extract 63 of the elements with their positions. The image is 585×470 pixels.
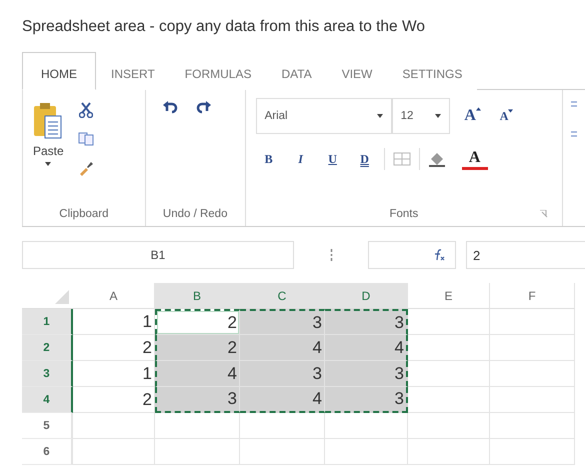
caret-icon — [434, 114, 441, 118]
column-header[interactable]: F — [490, 283, 575, 309]
column-header[interactable]: C — [240, 283, 325, 309]
table-cell: 4 — [240, 387, 325, 413]
down-arrow-icon — [508, 108, 514, 112]
table-cell: 2 — [73, 387, 155, 413]
font-dropdown[interactable]: Arial — [256, 98, 392, 134]
group-label: Undo / Redo — [162, 207, 228, 222]
more-icon — [330, 249, 332, 261]
row-header[interactable]: 1 — [22, 309, 73, 335]
row-header[interactable]: 3 — [22, 361, 73, 387]
table-cell: 2 — [73, 335, 155, 361]
table-cell: 3 — [240, 361, 325, 387]
table-cell: 3 — [240, 309, 325, 335]
paste-button[interactable]: Paste — [31, 98, 66, 202]
table-cell: 3 — [325, 361, 408, 387]
redo-icon — [196, 100, 212, 114]
grow-font-button[interactable]: A — [460, 107, 486, 125]
grid-icon — [392, 152, 411, 166]
function-icon — [433, 249, 445, 261]
table-cell: 2 — [155, 335, 240, 361]
ribbon-tab[interactable]: HOME — [22, 52, 96, 90]
table-cell: 4 — [325, 335, 408, 361]
table-cell: 4 — [155, 361, 240, 387]
table-cell: 3 — [325, 309, 408, 335]
column-header[interactable]: B — [155, 283, 240, 309]
undo-icon — [162, 100, 178, 114]
dropdown-icon — [45, 162, 52, 166]
page-heading: Spreadsheet area - copy any data from this area to the Wo — [22, 18, 426, 37]
font-size-dropdown[interactable]: 12 — [392, 98, 450, 134]
font-color-button[interactable]: A — [462, 148, 488, 170]
table-cell: 1 — [73, 309, 155, 335]
format-button[interactable]: I — [288, 152, 314, 166]
clipboard-icon — [33, 102, 64, 140]
table-cell: 3 — [155, 387, 240, 413]
table-cell: 3 — [325, 387, 408, 413]
paint-bucket-icon — [428, 151, 446, 167]
scissors-icon — [78, 102, 93, 118]
row-header[interactable]: 5 — [22, 413, 73, 439]
brush-icon — [78, 160, 94, 176]
table-cell: 4 — [240, 335, 325, 361]
table-cell: 2 — [155, 309, 240, 335]
copy-button[interactable] — [76, 130, 96, 148]
dialog-launcher-icon — [540, 210, 548, 218]
formula-field[interactable]: 2 — [466, 241, 585, 269]
group-label: Clipboard — [58, 207, 110, 222]
column-header[interactable]: D — [325, 283, 408, 309]
copy-icon — [78, 132, 94, 146]
format-button[interactable]: U — [320, 152, 346, 166]
column-header[interactable]: A — [73, 283, 155, 309]
up-arrow-icon — [476, 107, 481, 111]
format-button[interactable]: B — [256, 152, 282, 166]
shrink-font-button[interactable]: A — [494, 108, 520, 124]
row-header[interactable]: 2 — [22, 335, 73, 361]
name-box[interactable]: B1 — [22, 241, 294, 269]
group-label: Fonts — [246, 202, 562, 226]
format-button[interactable]: D — [352, 152, 378, 166]
caret-icon — [376, 114, 383, 118]
row-header[interactable]: 6 — [22, 439, 73, 465]
column-header[interactable]: E — [408, 283, 490, 309]
table-cell: 1 — [73, 361, 155, 387]
select-all-icon — [55, 290, 69, 304]
row-header[interactable]: 4 — [22, 387, 73, 413]
